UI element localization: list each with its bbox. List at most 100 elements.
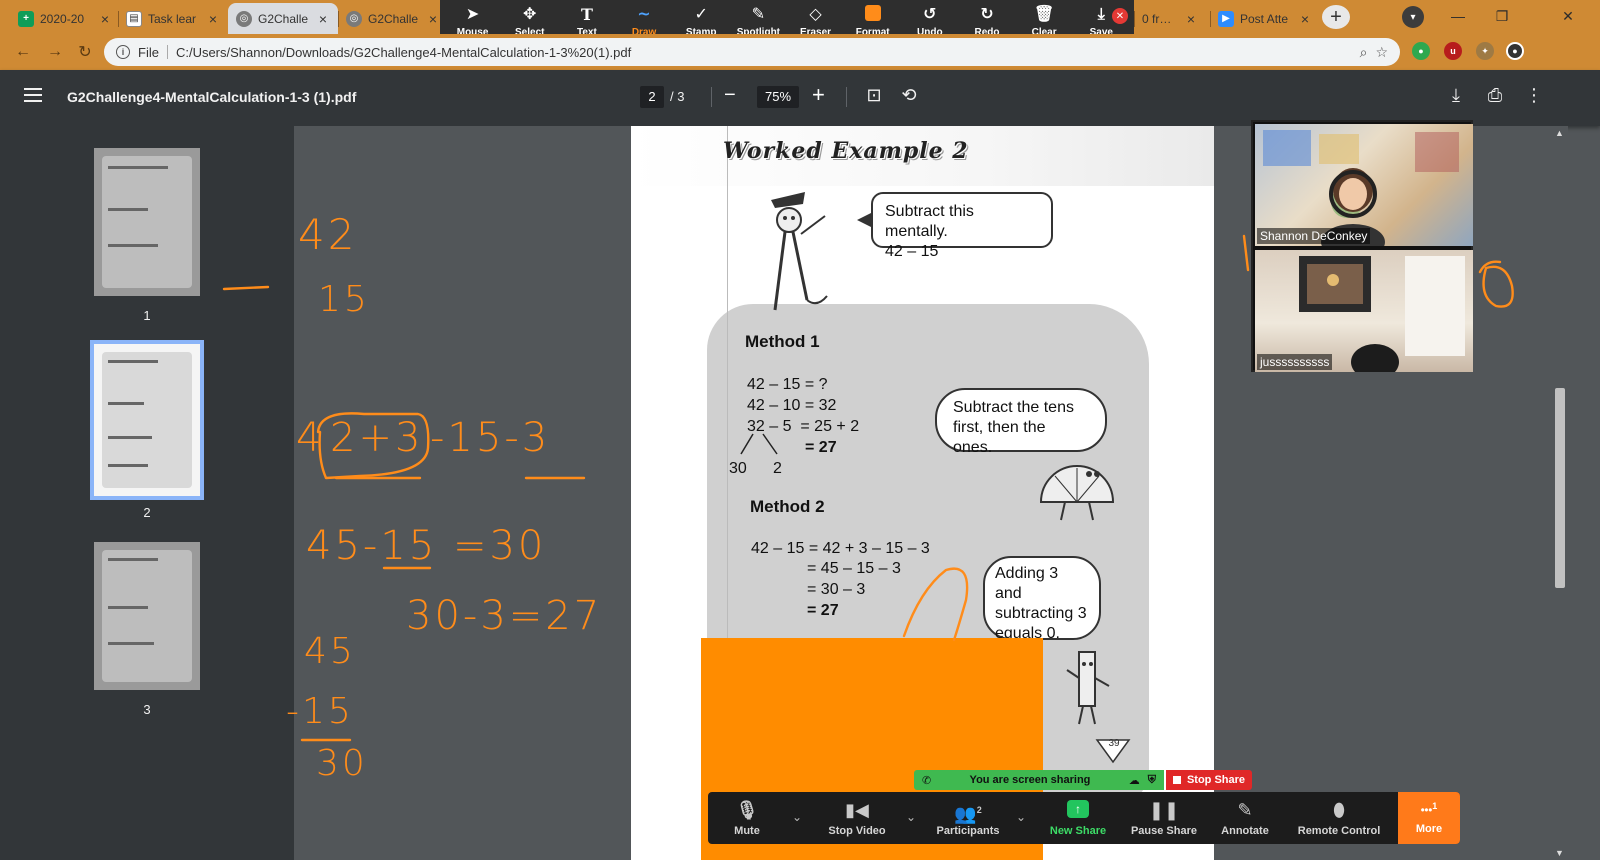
ink-expression-tail: -15-3 <box>430 415 551 461</box>
forward-arrow-icon[interactable]: → <box>44 42 66 62</box>
close-icon[interactable]: × <box>206 11 220 27</box>
tab-g2challenge[interactable]: ◎ G2Challe × <box>338 3 448 34</box>
video-options-chevron-icon[interactable]: ⌄ <box>906 810 916 824</box>
thought-bubble-tip-1: Subtract the tens first, then the ones. <box>935 388 1107 456</box>
window-close-icon[interactable]: ✕ <box>1546 0 1590 32</box>
tab-search-icon[interactable]: ▾ <box>1402 6 1424 28</box>
tab-task-learning[interactable]: ▤ Task lear × <box>118 3 228 34</box>
undo-icon: ↺ <box>923 5 937 23</box>
scroll-thumb[interactable] <box>1555 388 1565 588</box>
protractor-character-icon <box>1039 465 1115 521</box>
close-icon[interactable]: × <box>316 11 330 27</box>
extension-green-icon[interactable]: ● <box>1412 42 1430 60</box>
page-number-input[interactable]: 2 <box>640 86 664 108</box>
thumbnail-page-1[interactable] <box>94 148 200 296</box>
extensions-puzzle-icon[interactable]: ✦ <box>1476 42 1494 60</box>
pause-share-button[interactable]: ❚❚ Pause Share <box>1130 792 1198 844</box>
annotate-close-icon[interactable]: ✕ <box>1112 8 1128 24</box>
browser-toolbar: ← → ↻ i File C:/Users/Shannon/Downloads/… <box>0 34 1600 70</box>
thumbnail-page-2[interactable] <box>90 340 204 500</box>
video-camera-icon: ▮◀ <box>845 799 869 820</box>
sharing-status: You are screen sharing <box>969 774 1091 786</box>
thumbnail-page-3[interactable] <box>94 542 200 690</box>
scroll-down-icon[interactable]: ▼ <box>1555 848 1564 858</box>
video-tile-shannon[interactable]: Shannon DeConkey <box>1255 124 1473 246</box>
tab-zoom-post-attendee[interactable]: ▶ Post Atte × <box>1210 3 1320 34</box>
zoom-magnifier-icon[interactable]: ⌕ <box>1360 44 1368 61</box>
zoom-icon: ▶ <box>1218 10 1234 27</box>
trash-icon: 🗑 <box>1033 5 1055 23</box>
globe-icon: ◎ <box>236 10 252 27</box>
spotlight-icon: ✎ <box>751 5 766 23</box>
check-icon: ✓ <box>694 5 708 23</box>
page-number: 39 <box>1108 738 1120 749</box>
pencil-icon: ✎ <box>1237 799 1253 820</box>
method-2-line: 42 – 15 = 42 + 3 – 15 – 3 <box>751 540 930 557</box>
method-1-title: Method 1 <box>745 332 820 351</box>
audio-options-chevron-icon[interactable]: ⌄ <box>792 810 802 824</box>
print-icon[interactable]: ⎙ <box>1484 85 1506 106</box>
meeting-controls-bar: 🎙 Mute ⌄ ▮◀ Stop Video ⌄ 👥2 Participants… <box>708 792 1460 844</box>
new-tab-button[interactable]: + <box>1322 5 1350 29</box>
ink-expression-boxed: 2+3 <box>330 415 424 461</box>
minimize-icon[interactable]: — <box>1436 0 1480 32</box>
tab-title: Post Atte <box>1240 11 1289 26</box>
participants-icon: 👥 <box>954 803 977 824</box>
profile-avatar[interactable]: ● <box>1506 42 1524 60</box>
stop-share-button[interactable]: Stop Share <box>1166 770 1252 790</box>
close-icon[interactable]: × <box>426 11 440 27</box>
scroll-up-icon[interactable]: ▲ <box>1555 128 1564 138</box>
address-bar[interactable]: i File C:/Users/Shannon/Downloads/G2Chal… <box>104 38 1400 66</box>
ink-equation-30-3: 30-3=27 <box>406 593 603 639</box>
participants-chevron-icon[interactable]: ⌄ <box>1016 810 1026 824</box>
stop-video-button[interactable]: ▮◀ Stop Video <box>822 792 892 844</box>
close-icon[interactable]: × <box>98 11 112 27</box>
share-arrow-icon: ↑ <box>1067 799 1089 818</box>
fit-page-icon[interactable]: ⊡ <box>863 85 885 106</box>
shield-icon: ⛨ <box>1147 773 1156 786</box>
more-button[interactable]: •••1 More <box>1398 792 1460 844</box>
tab-title: 2020-20 <box>40 11 85 26</box>
bookmark-star-icon[interactable]: ☆ <box>1375 44 1388 61</box>
menu-icon[interactable] <box>24 88 42 102</box>
annotate-button[interactable]: ✎ Annotate <box>1216 792 1274 844</box>
new-share-button[interactable]: ↑ New Share <box>1044 792 1112 844</box>
more-vert-icon[interactable]: ⋮ <box>1523 85 1545 106</box>
worked-example-heading: Worked Example 2 <box>723 138 969 164</box>
back-arrow-icon[interactable]: ← <box>12 42 34 62</box>
tab-title: 0 frame <box>1142 11 1178 26</box>
screen-sharing-banner[interactable]: ✆ You are screen sharing ☁ ⛨ <box>914 770 1164 790</box>
extension-ublock-icon[interactable]: u <box>1444 42 1462 60</box>
video-tile-jus[interactable]: jussssssssss <box>1255 250 1473 372</box>
mouse-icon: ⬮ <box>1333 799 1345 820</box>
thought-bubble-tip-2: Adding 3 and subtracting 3 equals 0. <box>983 556 1101 642</box>
divider <box>166 45 168 59</box>
stop-icon <box>1172 776 1181 784</box>
ruler-character-icon <box>1066 651 1110 725</box>
tab-g2challenge-active[interactable]: ◎ G2Challe × <box>228 3 338 34</box>
rotate-icon[interactable]: ⟲ <box>898 85 920 106</box>
close-icon[interactable]: × <box>1298 11 1312 27</box>
mute-button[interactable]: 🎙 Mute <box>722 792 772 844</box>
ink-column-middle: -15 <box>286 691 354 732</box>
tab-sheets[interactable]: + 2020-20 × <box>10 3 120 34</box>
method-2-line: = 45 – 15 – 3 <box>807 560 901 577</box>
thumbnail-sidebar: 1 2 3 <box>0 126 294 860</box>
zoom-out-icon[interactable]: − <box>724 84 736 107</box>
thumbnail-label: 3 <box>143 702 151 717</box>
restore-icon[interactable]: ❐ <box>1480 0 1524 32</box>
page-total: / 3 <box>670 89 685 104</box>
tab-frame[interactable]: 0 frame × <box>1134 3 1206 34</box>
info-icon[interactable]: i <box>116 45 130 59</box>
download-icon[interactable]: ⤓ <box>1445 85 1467 106</box>
method-2-title: Method 2 <box>750 497 825 516</box>
zoom-in-icon[interactable]: + <box>812 82 825 108</box>
vertical-scrollbar[interactable]: ▲ ▼ <box>1552 126 1568 860</box>
zoom-level-input[interactable]: 75% <box>757 86 799 108</box>
participants-button[interactable]: 👥2 Participants <box>932 792 1004 844</box>
reload-icon[interactable]: ↻ <box>74 42 96 62</box>
video-gallery[interactable]: Shannon DeConkey jussssssssss <box>1251 120 1473 372</box>
remote-control-button[interactable]: ⬮ Remote Control <box>1294 792 1384 844</box>
close-icon[interactable]: × <box>1184 11 1198 27</box>
ink-number-15: 15 <box>318 279 370 320</box>
